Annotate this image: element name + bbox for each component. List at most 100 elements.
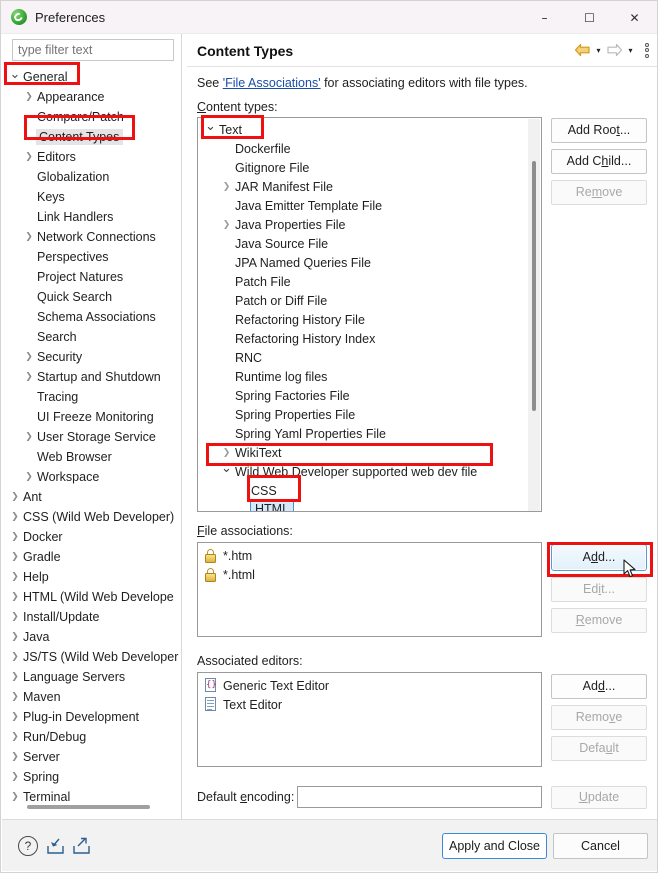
export-icon[interactable]	[72, 837, 91, 855]
content-type-row[interactable]: RNC	[198, 348, 541, 367]
associated-editor-row[interactable]: Text Editor	[198, 695, 541, 714]
chevron-right-icon[interactable]: ❯	[21, 352, 37, 362]
sidebar-item-language-servers[interactable]: ❯ Language Servers	[2, 667, 181, 687]
minimize-button[interactable]: –	[522, 1, 567, 34]
kebab-menu-icon[interactable]	[641, 42, 653, 58]
chevron-down-icon[interactable]: ⌄	[7, 67, 23, 82]
content-type-row[interactable]: Gitignore File	[198, 158, 541, 177]
help-question-icon[interactable]: ?	[18, 836, 38, 856]
chevron-right-icon[interactable]: ❯	[21, 92, 37, 102]
chevron-right-icon[interactable]: ❯	[7, 632, 23, 642]
add-root-button[interactable]: Add Roo t...	[551, 118, 647, 143]
sidebar-item-docker[interactable]: ❯ Docker	[2, 527, 181, 547]
content-type-row[interactable]: CSS	[198, 481, 541, 500]
file-association-row[interactable]: *.htm	[198, 546, 541, 565]
sidebar-item-plug-in-development[interactable]: ❯ Plug-in Development	[2, 707, 181, 727]
content-type-row[interactable]: Spring Factories File	[198, 386, 541, 405]
content-type-row[interactable]: Java Source File	[198, 234, 541, 253]
chevron-right-icon[interactable]: ❯	[7, 552, 23, 562]
file-associations-link[interactable]: 'File Associations'	[223, 76, 321, 90]
sidebar-item-java[interactable]: ❯ Java	[2, 627, 181, 647]
content-type-row[interactable]: ⌄ Text	[198, 119, 541, 139]
content-type-row[interactable]: Patch File	[198, 272, 541, 291]
cancel-button[interactable]: Cancel	[553, 833, 648, 859]
content-type-row[interactable]: Patch or Diff File	[198, 291, 541, 310]
filter-input[interactable]	[12, 39, 174, 61]
pane-divider[interactable]	[181, 34, 182, 821]
sidebar-item-install-update[interactable]: ❯ Install/Update	[2, 607, 181, 627]
sidebar-item-search[interactable]: Search	[2, 327, 181, 347]
chevron-right-icon[interactable]: ❯	[21, 372, 37, 382]
associated-editor-row[interactable]: {} Generic Text Editor	[198, 676, 541, 695]
file-association-row[interactable]: *.html	[198, 565, 541, 584]
content-type-row[interactable]: Spring Properties File	[198, 405, 541, 424]
sidebar-tree[interactable]: ⌄ General ❯ Appearance Compare/Patch Content …	[2, 67, 181, 812]
sidebar-item-help[interactable]: ❯ Help	[2, 567, 181, 587]
sidebar-item-perspectives[interactable]: Perspectives	[2, 247, 181, 267]
content-type-row[interactable]: Refactoring History Index	[198, 329, 541, 348]
chevron-right-icon[interactable]: ❯	[21, 472, 37, 482]
chevron-down-icon[interactable]: ⌄	[218, 461, 235, 476]
chevron-right-icon[interactable]: ❯	[7, 532, 23, 542]
content-type-row[interactable]: ❯ JAR Manifest File	[198, 177, 541, 196]
chevron-right-icon[interactable]: ❯	[7, 672, 23, 682]
sidebar-item-html-wild-web-develope[interactable]: ❯ HTML (Wild Web Develope	[2, 587, 181, 607]
chevron-right-icon[interactable]: ❯	[218, 182, 235, 192]
sidebar-item-tracing[interactable]: Tracing	[2, 387, 181, 407]
content-type-row[interactable]: Java Emitter Template File	[198, 196, 541, 215]
sidebar-item-project-natures[interactable]: Project Natures	[2, 267, 181, 287]
content-type-row[interactable]: ❯ WikiText	[198, 443, 541, 462]
add-editor-button[interactable]: Ad d...	[551, 674, 647, 699]
sidebar-item-security[interactable]: ❯ Security	[2, 347, 181, 367]
content-type-row[interactable]: Runtime log files	[198, 367, 541, 386]
content-type-row[interactable]: HTML	[198, 500, 541, 511]
chevron-down-icon[interactable]: ⌄	[202, 119, 219, 134]
default-encoding-input[interactable]	[297, 786, 542, 808]
chevron-right-icon[interactable]: ❯	[7, 572, 23, 582]
forward-dropdown-caret[interactable]: ▾	[626, 46, 635, 55]
content-types-scrollbar[interactable]	[528, 119, 540, 511]
chevron-right-icon[interactable]: ❯	[7, 512, 23, 522]
sidebar-item-gradle[interactable]: ❯ Gradle	[2, 547, 181, 567]
content-type-row[interactable]: Dockerfile	[198, 139, 541, 158]
associated-editors-list[interactable]: {} Generic Text Editor Text Editor	[197, 672, 542, 767]
sidebar-item-globalization[interactable]: Globalization	[2, 167, 181, 187]
content-type-row[interactable]: ❯ Java Properties File	[198, 215, 541, 234]
chevron-right-icon[interactable]: ❯	[21, 232, 37, 242]
content-type-row[interactable]: JPA Named Queries File	[198, 253, 541, 272]
sidebar-item-spring[interactable]: ❯ Spring	[2, 767, 181, 787]
sidebar-item-link-handlers[interactable]: Link Handlers	[2, 207, 181, 227]
chevron-right-icon[interactable]: ❯	[21, 152, 37, 162]
sidebar-item-css-wild-web-developer[interactable]: ❯ CSS (Wild Web Developer)	[2, 507, 181, 527]
chevron-right-icon[interactable]: ❯	[7, 752, 23, 762]
chevron-right-icon[interactable]: ❯	[218, 448, 235, 458]
chevron-right-icon[interactable]: ❯	[7, 492, 23, 502]
chevron-right-icon[interactable]: ❯	[21, 432, 37, 442]
import-icon[interactable]	[46, 837, 65, 855]
chevron-right-icon[interactable]: ❯	[218, 220, 235, 230]
content-type-row[interactable]: ⌄ Wild Web Developer supported web dev fi…	[198, 461, 541, 481]
content-types-tree[interactable]: ⌄ Text Dockerfile Gitignore File ❯ JAR Manife…	[197, 117, 542, 512]
sidebar-item-appearance[interactable]: ❯ Appearance	[2, 87, 181, 107]
chevron-right-icon[interactable]: ❯	[7, 792, 23, 802]
sidebar-item-editors[interactable]: ❯ Editors	[2, 147, 181, 167]
sidebar-item-network-connections[interactable]: ❯ Network Connections	[2, 227, 181, 247]
sidebar-item-quick-search[interactable]: Quick Search	[2, 287, 181, 307]
chevron-right-icon[interactable]: ❯	[7, 592, 23, 602]
sidebar-item-general[interactable]: ⌄ General	[2, 67, 181, 87]
file-associations-list[interactable]: *.htm *.html	[197, 542, 542, 637]
content-type-row[interactable]: Refactoring History File	[198, 310, 541, 329]
sidebar-item-ant[interactable]: ❯ Ant	[2, 487, 181, 507]
chevron-right-icon[interactable]: ❯	[7, 692, 23, 702]
sidebar-item-compare-patch[interactable]: Compare/Patch	[2, 107, 181, 127]
sidebar-item-startup-and-shutdown[interactable]: ❯ Startup and Shutdown	[2, 367, 181, 387]
sidebar-item-user-storage-service[interactable]: ❯ User Storage Service	[2, 427, 181, 447]
chevron-right-icon[interactable]: ❯	[7, 652, 23, 662]
sidebar-horizontal-scrollbar[interactable]	[2, 802, 181, 812]
close-button[interactable]: ✕	[612, 1, 657, 34]
maximize-button[interactable]: ☐	[567, 1, 612, 34]
sidebar-item-run-debug[interactable]: ❯ Run/Debug	[2, 727, 181, 747]
sidebar-item-keys[interactable]: Keys	[2, 187, 181, 207]
chevron-right-icon[interactable]: ❯	[7, 712, 23, 722]
add-child-button[interactable]: Add Ch ild...	[551, 149, 647, 174]
